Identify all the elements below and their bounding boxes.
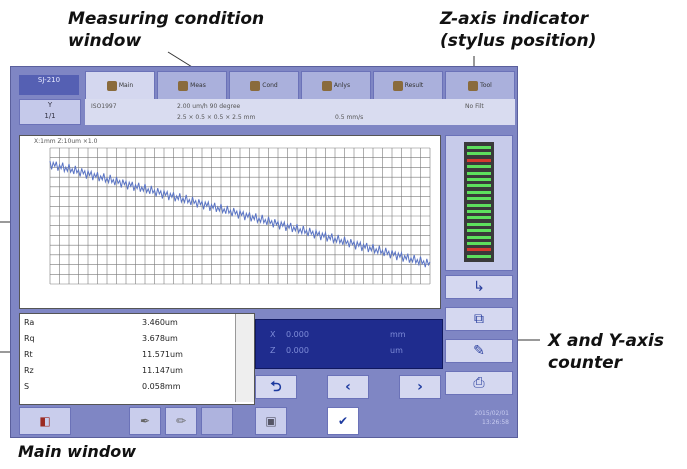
back-button[interactable]: ⮌ <box>255 375 297 399</box>
measuring-condition-window: ISO1997 2.00 um/h 90 degree 2.5 × 0.5 × … <box>85 99 515 125</box>
date-time: 2015/02/01 13:26:58 <box>474 410 509 426</box>
tab-tool[interactable]: Tool <box>445 71 515 99</box>
z-indicator-segment <box>467 178 491 181</box>
param-row: Rz 11.147um <box>24 366 183 375</box>
analysis-icon <box>321 80 332 91</box>
condition-standard: ISO1997 <box>91 103 117 110</box>
z-indicator-segment <box>467 242 491 245</box>
z-indicator-segment <box>467 171 491 175</box>
z-axis-indicator <box>445 135 513 271</box>
tab-bar: Main Meas Cond Anlys Result Tool <box>85 71 515 99</box>
param-row: Rt 11.571um <box>24 350 183 359</box>
return-button[interactable]: ↳ <box>445 275 513 299</box>
param-scrollbar[interactable] <box>235 314 254 402</box>
wrench-icon: ✒ <box>139 414 151 428</box>
save-icon: ▣ <box>265 414 277 428</box>
z-indicator-segment <box>467 222 491 226</box>
print-button[interactable]: ⎙ <box>445 371 513 395</box>
condition-cutoff: 2.00 um/h 90 degree <box>177 103 241 110</box>
app-badge: SJ-210 <box>19 75 79 95</box>
z-indicator-segment <box>467 146 491 149</box>
z-indicator-segment <box>467 235 491 239</box>
profile-graph-canvas <box>49 147 431 285</box>
z-label: Z <box>270 346 276 355</box>
tool-button-2[interactable]: ✏ <box>165 407 197 435</box>
z-indicator-segment <box>467 210 491 213</box>
door-icon: ◧ <box>39 414 51 428</box>
condition-speed: 0.5 mm/s <box>335 114 364 121</box>
tab-measure[interactable]: Meas <box>157 71 227 99</box>
z-axis-bar <box>464 142 494 262</box>
tool-icon <box>468 80 479 91</box>
graph-scale-label: X:1mm Z:10um ×1.0 <box>34 138 98 145</box>
save-button[interactable]: ▣ <box>255 407 287 435</box>
main-window: SJ-210 Main Meas Cond Anlys Result Tool … <box>10 66 518 438</box>
copy-button[interactable]: ⧉ <box>445 307 513 331</box>
z-indicator-segment <box>467 184 491 188</box>
copy-icon: ⧉ <box>474 311 484 327</box>
z-indicator-segment <box>467 158 491 162</box>
x-unit: mm <box>390 330 406 339</box>
x-label: X <box>270 330 276 339</box>
xy-axis-counter: X 0.000 mm Z 0.000 um <box>255 319 443 369</box>
stylus-button[interactable]: ✎ <box>445 339 513 363</box>
parameter-list: Ra 3.460um Rq 3.678um Rt 11.571um Rz 11.147u… <box>19 313 255 405</box>
next-button[interactable]: › <box>399 375 441 399</box>
check-icon: ✔ <box>337 414 349 428</box>
tool-button-1[interactable]: ✒ <box>129 407 161 435</box>
return-arrow-icon: ↳ <box>473 279 485 295</box>
measure-icon <box>178 80 189 91</box>
z-unit: um <box>390 346 403 355</box>
calibrate-button[interactable]: ✔ <box>327 407 359 435</box>
z-indicator-segment <box>467 203 491 207</box>
z-indicator-segment <box>467 165 491 169</box>
param-row: Rq 3.678um <box>24 334 178 343</box>
condition-filter: No Filt <box>465 103 484 110</box>
z-indicator-segment <box>467 190 491 194</box>
tool-button-3[interactable] <box>201 407 233 435</box>
z-indicator-segment <box>467 254 491 258</box>
tab-main[interactable]: Main <box>85 71 155 99</box>
y-scale-button[interactable]: Y 1/1 <box>19 99 81 125</box>
stylus-icon: ✎ <box>473 343 485 359</box>
profile-graph[interactable]: X:1mm Z:10um ×1.0 <box>19 135 441 309</box>
z-value: 0.000 <box>286 346 309 355</box>
exit-button[interactable]: ◧ <box>19 407 71 435</box>
result-icon <box>392 80 403 91</box>
graph-grid <box>49 147 431 285</box>
z-indicator-segment <box>467 216 491 220</box>
condition-icon <box>250 80 261 91</box>
print-icon: ⎙ <box>473 375 485 391</box>
pen-icon: ✏ <box>175 414 187 428</box>
z-indicator-segment <box>467 229 491 233</box>
z-indicator-segment <box>467 197 491 201</box>
previous-button[interactable]: ‹ <box>327 375 369 399</box>
condition-lengths: 2.5 × 0.5 × 0.5 × 2.5 mm <box>177 114 256 121</box>
z-indicator-segment <box>467 248 491 252</box>
z-indicator-segment <box>467 152 491 156</box>
param-row: Ra 3.460um <box>24 318 178 327</box>
tab-analysis[interactable]: Anlys <box>301 71 371 99</box>
tab-condition[interactable]: Cond <box>229 71 299 99</box>
param-row: S 0.058mm <box>24 382 181 391</box>
tab-result[interactable]: Result <box>373 71 443 99</box>
home-icon <box>106 80 117 91</box>
x-value: 0.000 <box>286 330 309 339</box>
